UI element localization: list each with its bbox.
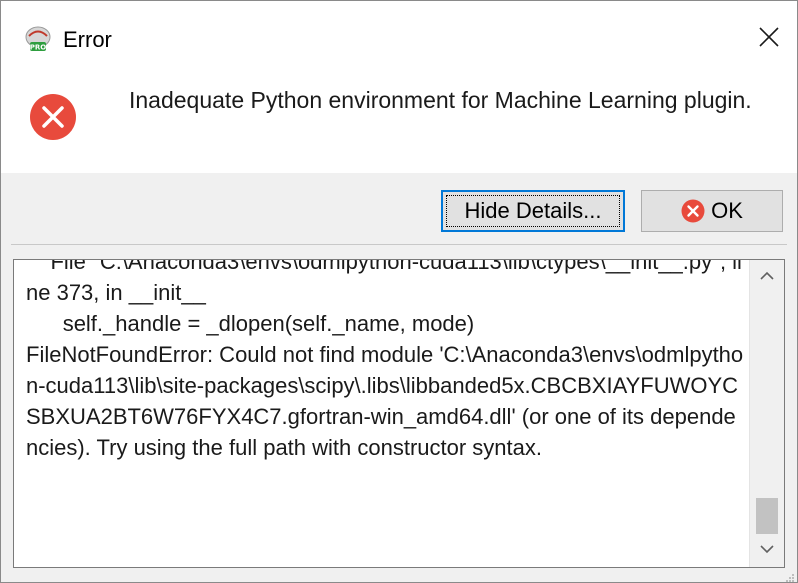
chevron-up-icon: [760, 268, 774, 286]
message-area: Inadequate Python environment for Machin…: [1, 75, 797, 173]
svg-text:PRO: PRO: [30, 44, 47, 52]
close-button[interactable]: [749, 19, 789, 59]
hide-details-label: Hide Details...: [464, 198, 602, 223]
vertical-scrollbar[interactable]: [749, 260, 784, 567]
hide-details-button[interactable]: Hide Details...: [441, 190, 625, 232]
separator: [11, 244, 787, 245]
error-message: Inadequate Python environment for Machin…: [129, 87, 752, 113]
ok-label: OK: [711, 198, 743, 223]
resize-grip-icon[interactable]: [785, 570, 795, 582]
details-text-area[interactable]: File "C:\Anaconda3\envs\odmlpython-cuda1…: [13, 259, 785, 568]
error-icon: [29, 93, 77, 141]
error-small-icon: [681, 199, 705, 223]
error-dialog: PRO Error Inadequate Python environment …: [0, 0, 798, 583]
details-text: File "C:\Anaconda3\envs\odmlpython-cuda1…: [26, 259, 744, 460]
scroll-thumb[interactable]: [756, 498, 778, 534]
window-title: Error: [63, 27, 112, 52]
close-icon: [758, 26, 780, 53]
chevron-down-icon: [760, 541, 774, 559]
app-icon: PRO: [23, 25, 53, 55]
scroll-up-button[interactable]: [750, 262, 784, 292]
scroll-down-button[interactable]: [750, 535, 784, 565]
ok-button[interactable]: OK: [641, 190, 783, 232]
title-bar: PRO Error: [1, 1, 797, 75]
